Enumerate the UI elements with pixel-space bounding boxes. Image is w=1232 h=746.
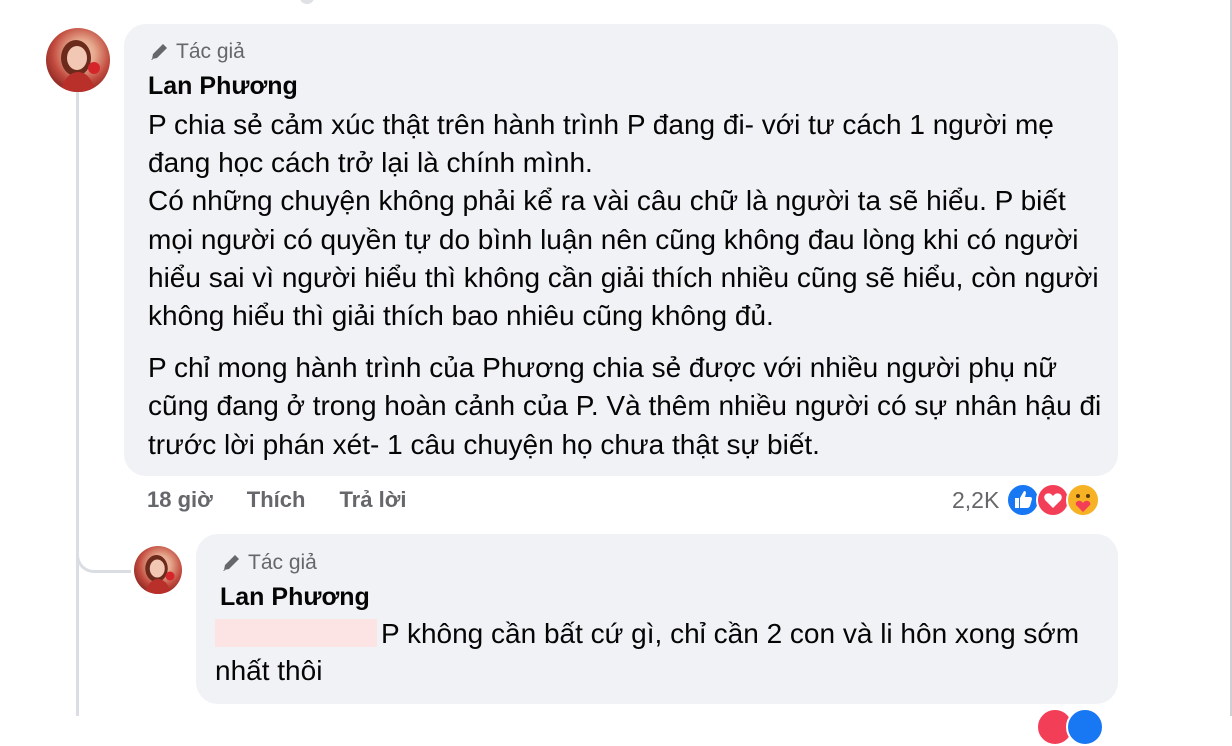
reply-thread-connector [76,530,131,573]
comment-paragraph: P chia sẻ cảm xúc thật trên hành trình P… [148,109,1099,332]
author-badge-label: Tác giả [248,551,317,574]
pen-icon [148,41,170,63]
comment-text: P chia sẻ cảm xúc thật trên hành trình P… [148,106,1108,464]
pen-icon [220,552,242,574]
redacted-mention [215,619,377,647]
avatar[interactable] [46,28,110,92]
reaction-count: 2,2K [952,486,1000,513]
timestamp-link[interactable]: 18 giờ [147,487,213,513]
author-badge-label: Tác giả [176,40,245,63]
author-name[interactable]: Lan Phương [148,72,298,101]
comment-paragraph: P chỉ mong hành trình của Phương chia sẻ… [148,352,1102,460]
reply-avatar[interactable] [134,546,182,594]
comment-actions: 18 giờ Thích Trả lời [147,487,406,513]
reply-reactions-partial [1036,708,1104,746]
care-icon [1065,482,1101,518]
reply-button[interactable]: Trả lời [339,487,406,513]
like-icon [1066,708,1104,746]
like-button[interactable]: Thích [247,487,306,513]
reply-author-badge: Tác giả [220,551,317,575]
reply-author-name[interactable]: Lan Phương [220,583,370,612]
author-badge: Tác giả [148,40,245,64]
reply-text-container: P không cần bất cứ gì, chỉ cần 2 con và … [215,615,1095,689]
reactions-summary[interactable]: 2,2K [952,482,1101,518]
thread-line [76,92,79,716]
